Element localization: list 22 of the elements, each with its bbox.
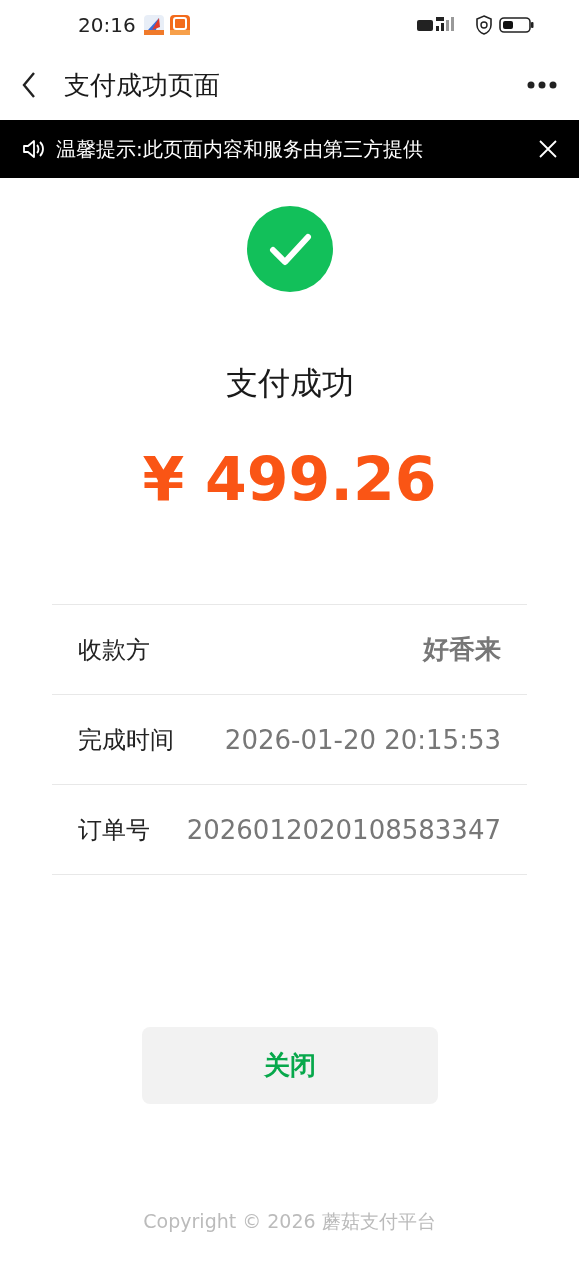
more-icon[interactable] bbox=[527, 81, 557, 89]
speaker-icon bbox=[22, 139, 46, 159]
detail-value: 2026012020108583347 bbox=[186, 814, 501, 845]
app-notification-icon bbox=[143, 15, 164, 35]
status-time: 20:16 bbox=[78, 13, 136, 37]
page-title: 支付成功页面 bbox=[64, 68, 221, 102]
success-check-icon bbox=[246, 206, 333, 292]
payment-amount: ¥ 499.26 bbox=[142, 444, 437, 514]
detail-value: 好香来 bbox=[423, 633, 501, 666]
detail-value: 2026-01-20 20:15:53 bbox=[224, 724, 501, 755]
detail-label: 订单号 bbox=[78, 814, 150, 846]
back-icon[interactable] bbox=[22, 71, 36, 99]
app-notification-icon bbox=[169, 15, 190, 35]
copyright-text: Copyright © 2026 蘑菇支付平台 bbox=[142, 1209, 437, 1234]
battery-icon bbox=[499, 16, 535, 34]
detail-label: 完成时间 bbox=[78, 724, 174, 756]
shield-icon bbox=[475, 15, 493, 35]
close-icon[interactable] bbox=[539, 140, 557, 158]
close-button[interactable]: 关闭 bbox=[141, 1027, 438, 1104]
detail-label: 收款方 bbox=[78, 634, 150, 666]
notice-text: 温馨提示:此页面内容和服务由第三方提供 bbox=[56, 135, 424, 163]
result-title: 支付成功 bbox=[225, 363, 354, 404]
